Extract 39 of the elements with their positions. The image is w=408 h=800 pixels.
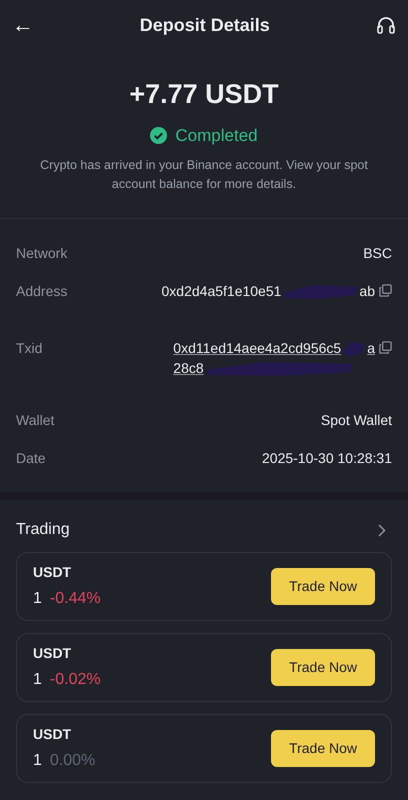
detail-label: Address	[16, 282, 68, 301]
detail-label: Txid	[16, 339, 42, 358]
detail-label: Network	[16, 244, 68, 263]
status-message: Crypto has arrived in your Binance account. View your spot account balance for more details.	[39, 157, 369, 193]
section-title: Trading	[16, 520, 70, 540]
chevron-right-icon[interactable]	[378, 524, 386, 536]
detail-label: Wallet	[16, 411, 54, 430]
trade-now-button[interactable]: Trade Now	[271, 649, 375, 686]
deposit-amount: +7.77 USDT	[128, 78, 280, 111]
headset-icon[interactable]	[376, 15, 396, 35]
page-title: Deposit Details	[140, 14, 270, 37]
txid-link[interactable]: 0xd11ed14aee4a2cd956c5	[173, 338, 342, 358]
trading-card[interactable]: USDT 1 0.00% Trade Now	[16, 714, 392, 783]
coin-symbol: USDT	[33, 725, 72, 744]
check-circle-icon	[150, 126, 168, 144]
price-change: -0.44%	[50, 589, 101, 609]
copy-icon[interactable]	[379, 341, 392, 354]
coin-symbol: USDT	[33, 563, 72, 582]
copy-icon[interactable]	[379, 284, 392, 297]
price-change: 0.00%	[50, 751, 96, 771]
status-text: Completed	[175, 124, 258, 146]
detail-value: 2025-10-30 10:28:31	[262, 449, 392, 468]
back-button[interactable]: ←	[12, 8, 34, 42]
trading-card[interactable]: USDT 1 -0.44% Trade Now	[16, 552, 392, 621]
detail-label: Date	[16, 449, 46, 468]
detail-value: BSC	[363, 244, 392, 263]
txid-link[interactable]: a	[367, 338, 375, 358]
coin-symbol: USDT	[33, 644, 72, 663]
coin-price: 1	[33, 589, 42, 609]
detail-value: Spot Wallet	[320, 411, 392, 430]
address-text: 0xd2d4a5f1e10e51	[162, 282, 282, 301]
trade-now-button[interactable]: Trade Now	[271, 568, 375, 605]
txid-link[interactable]: 28c8	[173, 358, 204, 378]
price-change: -0.02%	[50, 670, 101, 690]
coin-price: 1	[33, 670, 42, 690]
trading-card[interactable]: USDT 1 -0.02% Trade Now	[16, 633, 392, 702]
coin-price: 1	[33, 751, 42, 771]
trade-now-button[interactable]: Trade Now	[271, 730, 375, 767]
address-text: ab	[359, 282, 375, 301]
